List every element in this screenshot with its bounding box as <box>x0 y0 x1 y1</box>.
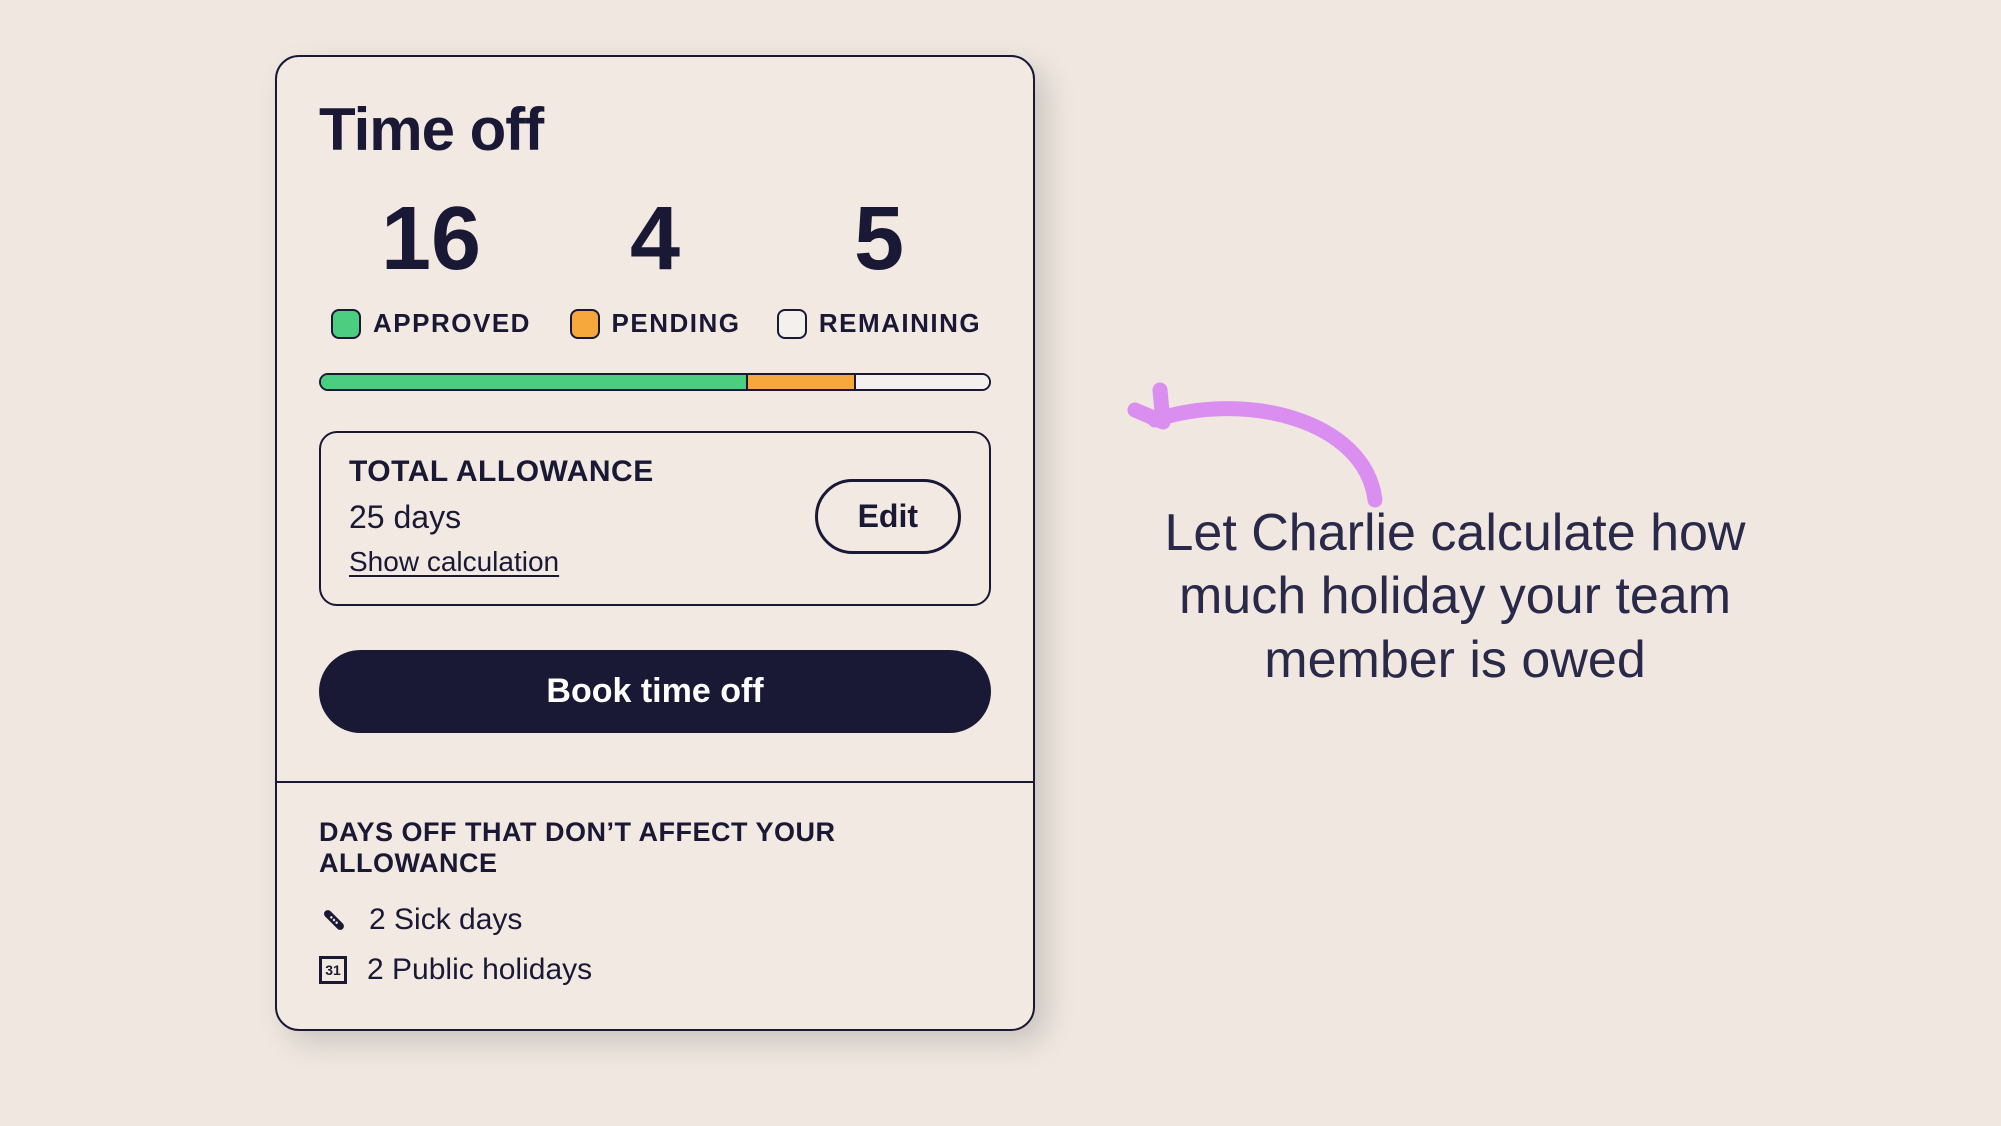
show-calculation-link[interactable]: Show calculation <box>349 546 654 578</box>
sick-days-row: 2 Sick days <box>319 903 991 937</box>
stat-approved-label: APPROVED <box>373 308 531 339</box>
stat-approved-value: 16 <box>381 194 481 284</box>
swatch-remaining-icon <box>777 309 807 339</box>
sick-days-text: 2 Sick days <box>369 903 522 937</box>
book-time-off-button[interactable]: Book time off <box>319 650 991 733</box>
annotation-text: Let Charlie calculate how much holiday y… <box>1155 502 1755 692</box>
stat-pending-label: PENDING <box>612 308 741 339</box>
public-holidays-row: 31 2 Public holidays <box>319 953 991 987</box>
edit-button[interactable]: Edit <box>815 479 961 554</box>
calendar-icon: 31 <box>319 956 347 984</box>
stat-approved-label-row: APPROVED <box>331 308 531 339</box>
annotation-arrow-icon <box>1115 370 1395 510</box>
swatch-pending-icon <box>570 309 600 339</box>
allowance-info: TOTAL ALLOWANCE 25 days Show calculation <box>349 455 654 578</box>
stat-remaining-label: REMAINING <box>819 308 981 339</box>
stat-remaining-value: 5 <box>854 194 904 284</box>
bar-segment-pending <box>748 375 856 389</box>
allowance-panel: TOTAL ALLOWANCE 25 days Show calculation… <box>319 431 991 606</box>
card-upper-section: Time off 16 APPROVED 4 PENDING 5 <box>277 57 1033 781</box>
bar-segment-remaining <box>856 375 989 389</box>
bandage-icon <box>319 905 349 935</box>
time-off-card: Time off 16 APPROVED 4 PENDING 5 <box>275 55 1035 1031</box>
allowance-title: TOTAL ALLOWANCE <box>349 455 654 489</box>
bar-segment-approved <box>321 375 748 389</box>
card-title: Time off <box>319 95 991 164</box>
card-lower-section: DAYS OFF THAT DON’T AFFECT YOUR ALLOWANC… <box>277 781 1033 1029</box>
swatch-approved-icon <box>331 309 361 339</box>
stat-remaining-label-row: REMAINING <box>777 308 981 339</box>
allowance-progress-bar <box>319 373 991 391</box>
stat-pending-value: 4 <box>630 194 680 284</box>
stats-row: 16 APPROVED 4 PENDING 5 REMAINING <box>319 194 991 339</box>
extra-days-title: DAYS OFF THAT DON’T AFFECT YOUR ALLOWANC… <box>319 817 991 879</box>
stat-pending-label-row: PENDING <box>570 308 741 339</box>
stat-pending: 4 PENDING <box>543 194 767 339</box>
allowance-days: 25 days <box>349 499 654 536</box>
stat-remaining: 5 REMAINING <box>767 194 991 339</box>
stat-approved: 16 APPROVED <box>319 194 543 339</box>
public-holidays-text: 2 Public holidays <box>367 953 592 987</box>
